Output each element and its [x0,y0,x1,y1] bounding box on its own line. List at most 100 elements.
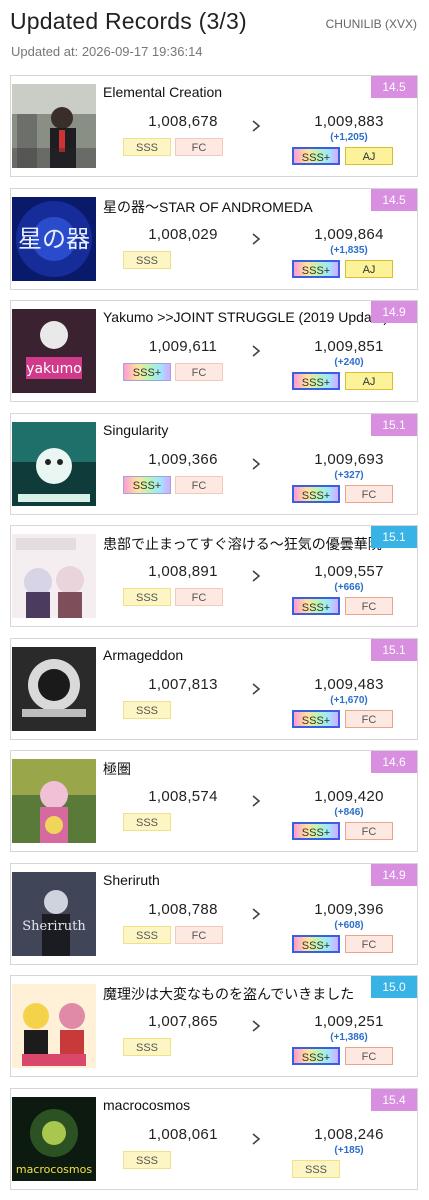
new-sss-plus-badge: SSS+ [292,934,340,953]
svg-text:星の器: 星の器 [18,225,90,253]
jacket-image [12,759,96,843]
old-score: 1,008,891 [148,563,218,580]
song-title: 極圏 [103,761,131,777]
jacket-image: macrocosmos [12,1096,96,1181]
level-badge: 15.1 [371,638,417,661]
score-diff: (+185) [334,1144,364,1156]
new-fc-badge: FC [345,1047,393,1065]
record-card[interactable]: Singularity 15.1 1,009,366 1,009,693 (+327) S… [10,412,418,515]
score-diff: (+846) [334,807,364,818]
svg-text:macrocosmos: macrocosmos [16,1163,92,1176]
level-badge: 14.6 [371,751,417,773]
new-aj-badge: AJ [345,259,393,278]
old-fc-badge: FC [175,138,223,156]
new-score: 1,009,851 [314,338,384,355]
jacket-image [12,421,96,506]
song-title: Armageddon [103,646,184,663]
record-list: Elemental Creation 14.5 1,008,678 1,009,883… [10,75,418,1200]
new-fc-badge: FC [345,597,393,615]
new-sss-plus-badge: SSS+ [292,1047,340,1065]
new-aj-badge: AJ [345,147,393,165]
old-sss-badge: SSS [123,1038,171,1056]
new-aj-badge: AJ [345,372,393,390]
old-sss-badge: SSS [123,250,171,269]
score-diff: (+1,670) [330,694,368,706]
old-sss-badge: SSS [123,700,171,719]
score-diff: (+666) [334,582,364,593]
score-diff: (+240) [334,357,364,368]
new-score: 1,009,420 [314,788,384,805]
chevron-right-icon [252,907,261,920]
new-score: 1,009,483 [314,675,384,693]
old-sss-plus-badge: SSS+ [123,363,171,381]
old-score: 1,008,029 [148,225,218,243]
new-score: 1,009,251 [314,1013,384,1030]
new-sss-plus-badge: SSS+ [292,597,340,615]
record-card[interactable]: 患部で止まってすぐ溶ける〜狂気の優曇華院 15.1 1,008,891 1,009,5… [10,525,418,627]
new-sss-plus-badge: SSS+ [292,259,340,278]
level-badge: 14.5 [371,76,417,98]
old-score: 1,008,574 [148,788,218,805]
new-score: 1,009,864 [314,225,384,243]
score-diff: (+1,835) [330,244,368,256]
old-sss-badge: SSS [123,813,171,831]
new-sss-plus-badge: SSS+ [292,484,340,503]
score-diff: (+1,386) [330,1032,368,1043]
old-score: 1,007,865 [148,1013,218,1030]
new-score: 1,009,396 [314,900,384,918]
record-card[interactable]: yakumo Yakumo >>JOINT STRUGGLE (2019 Upda… [10,300,418,402]
jacket-image [12,646,96,731]
level-badge: 14.9 [371,301,417,323]
new-fc-badge: FC [345,484,393,503]
score-diff: (+327) [334,469,364,481]
svg-text:Sheriruth: Sheriruth [22,919,86,934]
jacket-image [12,534,96,618]
app-name-label: CHUNILIB (XVX) [325,17,417,31]
new-fc-badge: FC [345,822,393,840]
song-title: Singularity [103,421,169,438]
song-title: 患部で止まってすぐ溶ける〜狂気の優曇華院 [103,536,382,552]
old-score: 1,008,678 [148,113,218,130]
song-title: Sheriruth [103,871,160,888]
new-fc-badge: FC [345,709,393,728]
record-card[interactable]: Elemental Creation 14.5 1,008,678 1,009,883… [10,75,418,177]
score-diff: (+1,205) [330,132,368,143]
chevron-right-icon [252,345,261,357]
chevron-right-icon [252,570,261,582]
record-card[interactable]: macrocosmos macrocosmos 15.4 1,008,061 1,008… [10,1087,418,1190]
level-badge: 15.1 [371,413,417,436]
new-sss-plus-badge: SSS+ [292,822,340,840]
old-sss-plus-badge: SSS+ [123,475,171,494]
chevron-right-icon [252,120,261,132]
old-score: 1,008,788 [148,900,218,918]
record-card[interactable]: 星の器 星の器〜STAR OF ANDROMEDA 14.5 1,008,029 1,0… [10,187,418,290]
song-title: Elemental Creation [103,84,223,100]
new-fc-badge: FC [345,934,393,953]
level-badge: 14.5 [371,188,417,211]
old-score: 1,009,366 [148,450,218,468]
old-score: 1,009,611 [148,338,218,355]
jacket-image: Sheriruth [12,871,96,956]
chevron-right-icon [252,232,261,245]
record-card[interactable]: Armageddon 15.1 1,007,813 1,009,483 (+1,670)… [10,637,418,740]
level-badge: 14.9 [371,863,417,886]
new-score: 1,009,883 [314,113,384,130]
new-sss-badge: SSS [292,1159,340,1178]
level-badge: 15.1 [371,526,417,548]
old-fc-badge: FC [175,588,223,606]
page-header: Updated Records (3/3) CHUNILIB (XVX) Upd… [0,0,429,70]
svg-text:yakumo: yakumo [26,361,82,377]
old-score: 1,007,813 [148,675,218,693]
old-score: 1,008,061 [148,1125,218,1143]
record-card[interactable]: 極圏 14.6 1,008,574 1,009,420 (+846) SSS SSS+ FC [10,750,418,852]
new-score: 1,009,557 [314,563,384,580]
record-card[interactable]: Sheriruth Sheriruth 14.9 1,008,788 1,009,396… [10,862,418,965]
old-sss-badge: SSS [123,925,171,944]
chevron-right-icon [252,1020,261,1032]
record-card[interactable]: 魔理沙は大変なものを盗んでいきました 15.0 1,007,865 1,009,251… [10,975,418,1077]
song-title: Yakumo >>JOINT STRUGGLE (2019 Update) [103,309,389,325]
chevron-right-icon [252,457,261,470]
old-sss-badge: SSS [123,588,171,606]
new-sss-plus-badge: SSS+ [292,147,340,165]
level-badge: 15.0 [371,976,417,998]
